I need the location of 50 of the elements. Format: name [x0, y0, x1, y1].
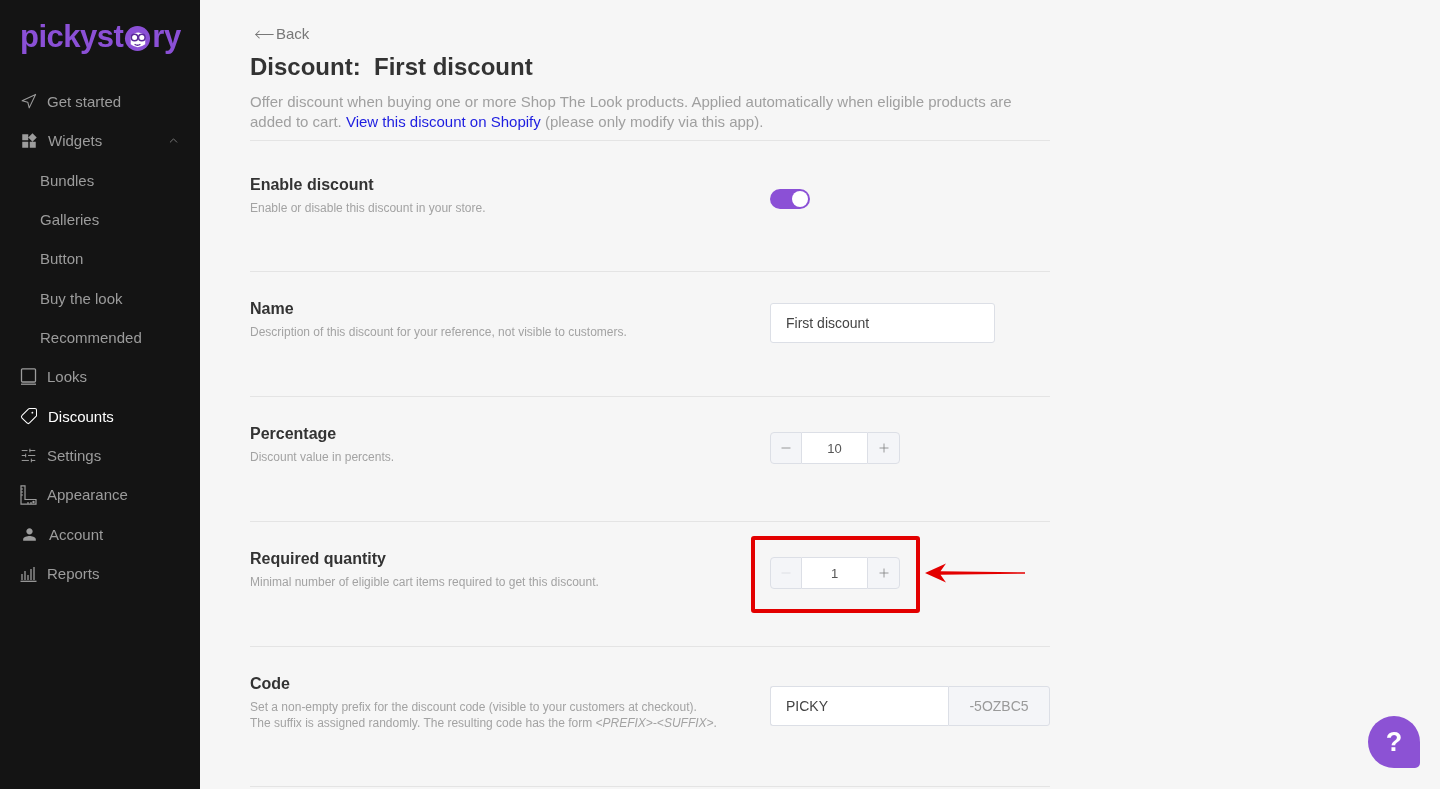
section-title: Percentage: [250, 424, 337, 444]
widgets-icon: [20, 132, 38, 150]
number-field[interactable]: 1: [802, 557, 867, 589]
back-link[interactable]: Back: [254, 24, 310, 44]
section-title: Code: [250, 674, 290, 694]
decrement-button[interactable]: [770, 432, 802, 464]
nav-item[interactable]: Settings: [0, 435, 200, 476]
section-title: Name: [250, 299, 294, 319]
logo-text: pickyst: [20, 19, 124, 55]
page-description: Offer discount when buying one or more Shop The Look products. Applied automatically when eligible products are added to cart. View this discount on Shopify (please only modify via this app).: [250, 92, 1013, 132]
number-field[interactable]: 10: [802, 432, 867, 464]
nav-item[interactable]: Account: [0, 514, 200, 554]
code-suffix: -5OZBC5: [948, 686, 1050, 726]
increment-button[interactable]: [867, 557, 900, 589]
help-button[interactable]: ?: [1368, 716, 1420, 768]
nav-item[interactable]: Widgets: [0, 121, 200, 161]
nav-item[interactable]: Looks: [0, 357, 200, 397]
ruler-icon: [20, 484, 37, 505]
nav-subitem[interactable]: Buy the look: [0, 278, 200, 318]
nav-item[interactable]: Appearance: [0, 475, 200, 515]
navigation-arrow-icon: [20, 93, 37, 111]
shopify-link[interactable]: View this discount on Shopify: [345, 113, 541, 130]
nav-subitem[interactable]: Galleries: [0, 200, 200, 240]
plus-icon: [876, 566, 891, 580]
prefix-field[interactable]: PICKY: [770, 686, 948, 726]
tag-icon: [20, 407, 38, 426]
nav-item[interactable]: Get started: [0, 82, 200, 122]
bar-chart-icon: [20, 565, 37, 582]
pointer-arrow-icon: [925, 562, 1025, 584]
text-field[interactable]: First discount: [770, 303, 995, 343]
nav-subitem[interactable]: Bundles: [0, 160, 200, 200]
toggle-switch[interactable]: [770, 189, 810, 209]
book-icon: [20, 368, 37, 386]
section-title: Required quantity: [250, 549, 386, 569]
nav-item[interactable]: Discounts: [0, 396, 200, 436]
section-description: Set a non-empty prefix for the discount code (visible to your customers at checkout). The suffix is assigned randomly. The resulting code has the form <PREFIX>-<SUFFIX>.: [250, 699, 717, 731]
logo-text: ry: [152, 19, 181, 55]
page-title: Discount: First discount: [250, 52, 534, 82]
nav-subitem[interactable]: Button: [0, 239, 200, 279]
section-description: Description of this discount for your reference, not visible to customers.: [250, 324, 627, 340]
nav-item[interactable]: Reports: [0, 553, 200, 594]
section-description: Discount value in percents.: [250, 449, 395, 465]
logo-mascot-icon: [124, 24, 152, 52]
nav-subitem[interactable]: Recommended: [0, 317, 200, 358]
plus-icon: [876, 441, 891, 455]
section-title: Enable discount: [250, 175, 374, 195]
section-description: Enable or disable this discount in your store.: [250, 200, 486, 216]
increment-button[interactable]: [867, 432, 900, 464]
section-description: Minimal number of eligible cart items required to get this discount.: [250, 574, 599, 590]
sliders-icon: [20, 447, 37, 465]
